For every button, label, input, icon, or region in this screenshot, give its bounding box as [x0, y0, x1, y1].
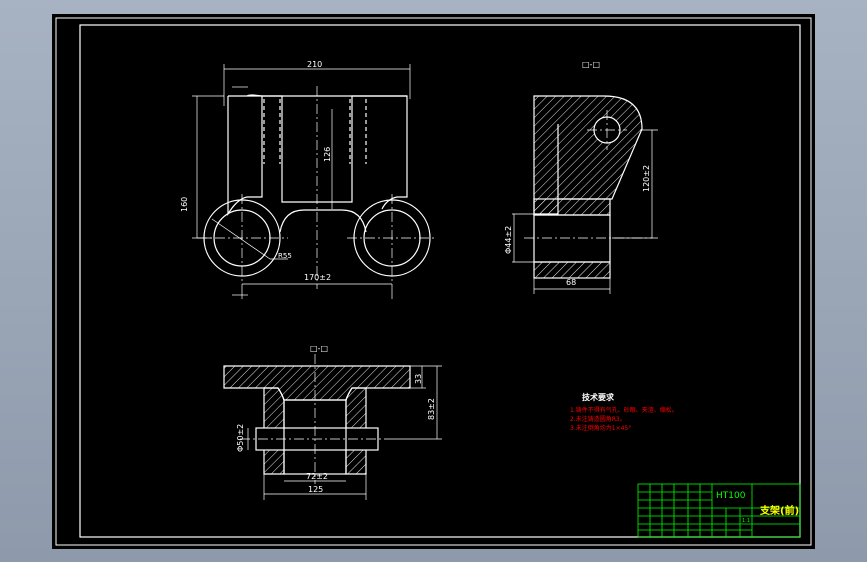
side-view — [533, 95, 643, 279]
dim-height-160: 160 — [180, 196, 189, 212]
tech-requirement-line: 1.铸件不得有气孔、砂眼、夹渣、缩松。 — [570, 407, 678, 414]
side-hatch-upper — [533, 95, 643, 215]
title-block-material: HT100 — [716, 491, 746, 501]
dim-side-height: 120±2 — [642, 164, 651, 192]
drawing-viewport[interactable]: 210 160 126 170±2 R55 □-□ 120±2 Φ44±2 68… — [52, 14, 815, 549]
section-view — [223, 365, 411, 475]
cad-drawing — [55, 17, 812, 546]
title-block-part-name: 支架(前) — [760, 506, 800, 517]
dim-section-width: 125 — [308, 485, 324, 494]
dim-side-width: 68 — [566, 278, 577, 287]
section-hatch-flange — [223, 365, 411, 401]
section-view-label: □-□ — [310, 344, 329, 353]
front-centerlines — [197, 86, 437, 289]
inner-frame — [79, 24, 801, 538]
dim-hole-spacing: 170±2 — [304, 273, 332, 282]
tech-requirement-line: 2.未注铸造圆角R3。 — [570, 416, 626, 423]
tech-requirements-title: 技术要求 — [582, 393, 614, 402]
side-hatch-band-top — [533, 198, 611, 216]
dim-section-bore: Φ50±2 — [236, 423, 245, 452]
dim-section-height: 83±2 — [427, 398, 436, 420]
title-block-scale: 1:1 — [742, 518, 751, 524]
tech-requirement-line: 3.未注倒角均为1×45° — [570, 425, 632, 432]
dim-width-210: 210 — [307, 60, 323, 69]
dim-inner-126: 126 — [323, 146, 332, 162]
dim-radius: R55 — [278, 252, 292, 260]
side-hatch-band-bottom — [533, 261, 611, 279]
outer-frame — [55, 17, 812, 546]
dim-section-inner: 72±2 — [306, 472, 328, 481]
dim-side-bore: Φ44±2 — [504, 225, 513, 254]
dim-section-top: 33 — [414, 373, 423, 384]
front-dims — [192, 64, 411, 299]
side-view-label: □-□ — [582, 60, 601, 69]
